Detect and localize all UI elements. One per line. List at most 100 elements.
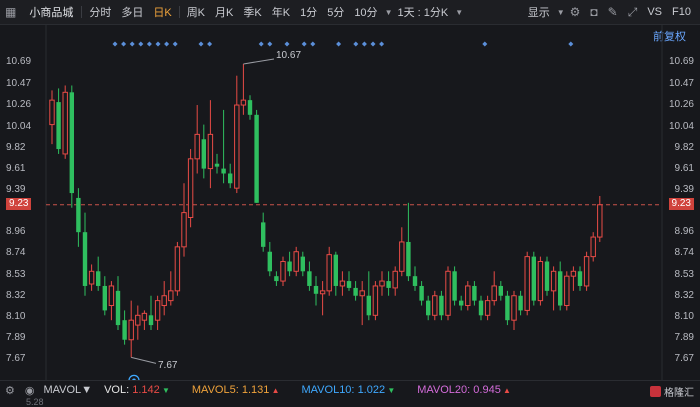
tab-5fen[interactable]: 5分 [322, 4, 349, 20]
fullscreen-icon[interactable]: ⤢ [623, 5, 643, 20]
candle[interactable] [102, 276, 107, 316]
tab-fenshi[interactable]: 分时 [84, 4, 116, 20]
candle[interactable] [69, 85, 74, 208]
event-dot-marker[interactable] [310, 41, 316, 47]
candle[interactable] [472, 281, 477, 306]
candle[interactable] [154, 295, 161, 330]
tab-zhouk[interactable]: 周K [182, 4, 210, 20]
candle[interactable] [108, 281, 115, 321]
tab-10fen[interactable]: 10分 [349, 4, 382, 20]
tab-1fen[interactable]: 1分 [295, 4, 322, 20]
candle[interactable] [419, 281, 424, 306]
candle[interactable] [577, 266, 583, 291]
event-dot-marker[interactable] [258, 41, 264, 47]
candle[interactable] [386, 271, 391, 296]
candle[interactable] [570, 266, 577, 291]
chevron-down-icon[interactable]: ▼ [385, 8, 393, 17]
event-dot-marker[interactable] [155, 41, 161, 47]
event-dot-marker[interactable] [112, 41, 118, 47]
candle[interactable] [135, 305, 141, 340]
candlestick-chart[interactable] [0, 24, 700, 380]
event-dot-marker[interactable] [370, 41, 376, 47]
stock-name[interactable]: 小商品城 [21, 4, 79, 20]
settings-gear-icon[interactable]: ⚙ [0, 384, 20, 397]
candle[interactable] [56, 88, 61, 154]
event-dot-marker[interactable] [146, 41, 152, 47]
candle[interactable] [280, 256, 286, 286]
candle[interactable] [518, 290, 523, 316]
candle[interactable] [62, 85, 68, 159]
event-dot-marker[interactable] [353, 41, 359, 47]
event-dot-marker[interactable] [284, 41, 290, 47]
candle[interactable] [392, 266, 398, 296]
candle[interactable] [346, 271, 352, 291]
event-dot-marker[interactable] [568, 41, 574, 47]
candle[interactable] [339, 271, 346, 296]
event-dot-marker[interactable] [379, 41, 385, 47]
tab-duori[interactable]: 多日 [116, 4, 148, 20]
candle[interactable] [426, 295, 431, 321]
candle[interactable] [194, 105, 200, 174]
candle[interactable] [597, 195, 603, 242]
candle[interactable] [274, 271, 279, 286]
grid-menu-icon[interactable]: ▦ [0, 5, 21, 19]
display-button[interactable]: 显示 [523, 4, 555, 20]
candle[interactable] [247, 95, 253, 120]
candle[interactable] [326, 246, 332, 296]
pen-draw-icon[interactable]: ✎ [603, 5, 623, 19]
candle[interactable] [128, 300, 134, 358]
candle[interactable] [313, 276, 319, 306]
event-dot-marker[interactable] [198, 41, 204, 47]
candle[interactable] [372, 281, 379, 321]
candle[interactable] [141, 310, 148, 330]
candle[interactable] [319, 281, 326, 316]
candle[interactable] [174, 241, 181, 296]
chevron-down-icon[interactable]: ▼ [455, 8, 463, 17]
f10-button[interactable]: F10 [667, 6, 696, 18]
candle[interactable] [254, 109, 259, 203]
candle[interactable] [432, 290, 438, 321]
tab-yuek[interactable]: 月K [210, 4, 238, 20]
candle[interactable] [307, 261, 312, 291]
candle[interactable] [187, 149, 194, 228]
tab-rik[interactable]: 日K [148, 4, 176, 20]
candle[interactable] [221, 109, 226, 184]
event-dot-marker[interactable] [301, 41, 307, 47]
event-dot-marker[interactable] [267, 41, 273, 47]
tab-niank[interactable]: 年K [267, 4, 295, 20]
candle[interactable] [353, 281, 358, 301]
candle[interactable] [115, 276, 121, 330]
candle[interactable] [49, 90, 55, 145]
candle[interactable] [267, 241, 272, 277]
event-dot-marker[interactable] [172, 41, 178, 47]
settings-gear-icon[interactable]: ⚙ [565, 5, 586, 19]
candle[interactable] [399, 227, 405, 277]
candle[interactable] [82, 212, 88, 296]
indicator-name[interactable]: MAVOL [43, 384, 81, 396]
candle[interactable] [168, 271, 174, 306]
candle[interactable] [544, 256, 550, 296]
candle[interactable] [524, 251, 530, 316]
candle[interactable] [76, 188, 81, 247]
candle[interactable] [498, 281, 503, 301]
candle[interactable] [505, 290, 510, 326]
candle[interactable] [465, 281, 471, 311]
candle[interactable] [511, 290, 517, 330]
candle[interactable] [439, 290, 444, 321]
candle[interactable] [148, 295, 154, 330]
candle[interactable] [293, 246, 299, 277]
candle[interactable] [261, 212, 266, 252]
candle[interactable] [459, 295, 464, 311]
candle[interactable] [300, 251, 305, 277]
candle[interactable] [406, 202, 411, 282]
candle[interactable] [366, 271, 371, 321]
event-dot-marker[interactable] [361, 41, 367, 47]
tab-jik[interactable]: 季K [238, 4, 266, 20]
candle[interactable] [333, 251, 338, 296]
vs-button[interactable]: VS [642, 6, 667, 18]
candle[interactable] [214, 153, 220, 174]
candle[interactable] [201, 124, 206, 179]
candle[interactable] [452, 266, 457, 306]
candle[interactable] [550, 266, 557, 311]
candle[interactable] [161, 281, 167, 316]
